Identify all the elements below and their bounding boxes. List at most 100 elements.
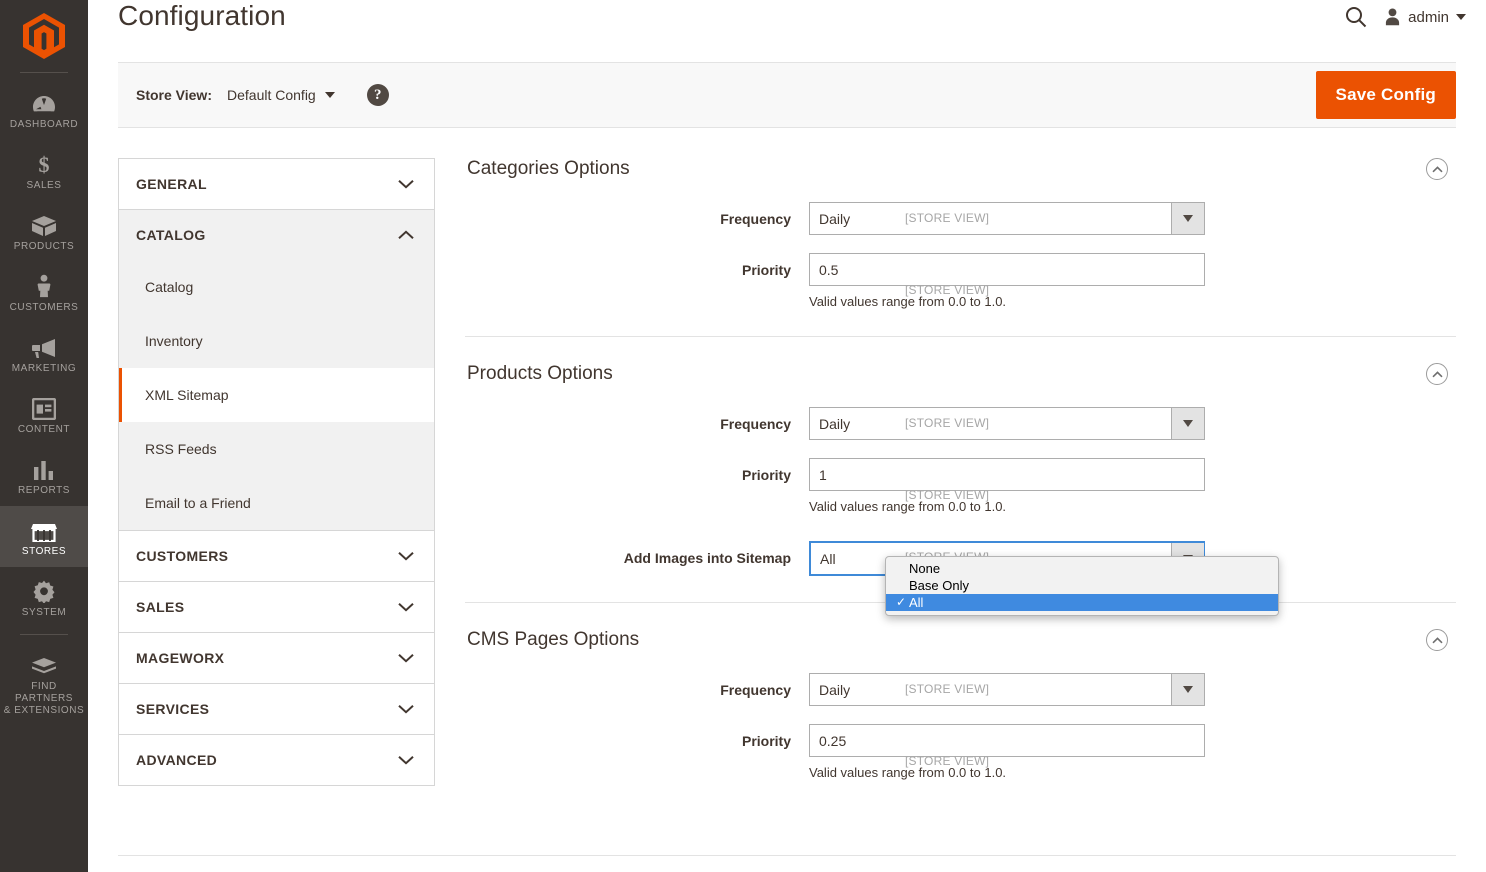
config-subitem-rss-feeds[interactable]: RSS Feeds: [119, 422, 434, 476]
select-arrow-button[interactable]: [1171, 203, 1204, 234]
store-view-label: Store View:: [136, 87, 212, 103]
field-row-categories-priority: Priority Valid values range from 0.0 to …: [465, 253, 1456, 310]
config-section-header-mageworx[interactable]: Mageworx: [119, 633, 434, 683]
nav-divider-top: [20, 72, 68, 73]
fieldset-header-products[interactable]: Products Options: [465, 363, 1456, 385]
nav-label: Find Partners & Extensions: [3, 681, 85, 716]
nav-item-customers[interactable]: Customers: [0, 262, 88, 323]
scope-tag: [STORE VIEW]: [905, 283, 990, 297]
cms-frequency-select[interactable]: Daily: [809, 673, 1205, 706]
config-section-header-sales[interactable]: Sales: [119, 582, 434, 632]
field-label-frequency: Frequency: [720, 682, 791, 698]
user-name: admin: [1408, 8, 1449, 26]
products-priority-input[interactable]: [809, 458, 1205, 491]
chevron-up-icon: [1431, 636, 1443, 643]
fieldset-header-categories[interactable]: Categories Options: [465, 158, 1456, 180]
dropdown-option-base-only[interactable]: Base Only: [886, 577, 1278, 594]
dropdown-option-label: Base Only: [909, 578, 969, 593]
categories-priority-input[interactable]: [809, 253, 1205, 286]
layout-icon: [32, 394, 56, 420]
save-config-button[interactable]: Save Config: [1315, 71, 1456, 119]
select-arrow-button[interactable]: [1171, 674, 1204, 705]
select-arrow-button[interactable]: [1171, 408, 1204, 439]
nav-item-dashboard[interactable]: Dashboard: [0, 79, 88, 140]
dashboard-icon: [32, 89, 56, 115]
section-divider: [465, 336, 1456, 337]
field-row-cms-priority: Priority Valid values range from 0.0 to …: [465, 724, 1456, 781]
collapse-toggle-products[interactable]: [1426, 363, 1448, 385]
field-control-frequency: Daily: [809, 202, 1205, 235]
question-mark-icon[interactable]: ?: [366, 84, 389, 106]
chevron-down-icon: [324, 92, 335, 98]
checkmark-icon: ✓: [896, 595, 907, 609]
config-section-header-advanced[interactable]: Advanced: [119, 735, 434, 785]
config-subitem-catalog[interactable]: Catalog: [119, 260, 434, 314]
add-images-into-sitemap-dropdown-list[interactable]: None Base Only ✓ All: [885, 556, 1279, 616]
field-control-priority: Valid values range from 0.0 to 1.0.: [809, 253, 1205, 310]
field-control-priority: Valid values range from 0.0 to 1.0.: [809, 724, 1205, 781]
dropdown-option-all[interactable]: ✓ All: [886, 594, 1278, 611]
scope-tag: [STORE VIEW]: [905, 682, 990, 696]
page-header: Configuration admin: [88, 0, 1486, 62]
nav-label: Sales: [26, 180, 62, 191]
config-section-header-catalog[interactable]: Catalog: [119, 210, 434, 260]
fieldset-body-products: Frequency Daily [STORE VIEW] Priority 1 …: [465, 385, 1456, 576]
scope-tag: [STORE VIEW]: [905, 488, 990, 502]
cms-priority-input[interactable]: [809, 724, 1205, 757]
nav-item-content[interactable]: Content: [0, 384, 88, 445]
config-section-header-general[interactable]: General: [119, 159, 434, 209]
fieldset-categories-options: Categories Options Frequency Daily [STOR…: [465, 158, 1456, 310]
field-control-frequency: Daily: [809, 673, 1205, 706]
config-subitem-email-to-a-friend[interactable]: Email to a Friend: [119, 476, 434, 530]
collapse-toggle-categories[interactable]: [1426, 158, 1448, 180]
admin-sidebar: Dashboard $ Sales Products Customers Mar…: [0, 0, 88, 872]
config-section-general: General: [119, 159, 434, 210]
chevron-down-icon: [398, 180, 414, 189]
page-bottom-divider: [118, 855, 1456, 856]
config-section-services: Services: [119, 684, 434, 735]
field-row-cms-frequency: Frequency Daily [STORE VIEW]: [465, 673, 1456, 706]
store-view-dropdown[interactable]: Default Config: [227, 87, 335, 103]
config-section-title: Services: [136, 701, 210, 717]
fieldset-products-options: Products Options Frequency Daily [STORE …: [465, 363, 1456, 576]
config-section-menu: General Catalog Catalog Inventory XML Si…: [118, 158, 435, 786]
field-control-priority: Valid values range from 0.0 to 1.0.: [809, 458, 1205, 515]
dropdown-option-label: All: [909, 595, 924, 610]
fieldset-body-categories: Frequency Daily [STORE VIEW] Priority 0.…: [465, 180, 1456, 310]
config-subitem-inventory[interactable]: Inventory: [119, 314, 434, 368]
fieldset-title: Categories Options: [467, 158, 630, 179]
dollar-icon: $: [36, 150, 52, 176]
nav-divider-bottom: [20, 634, 68, 635]
nav-item-find-partners[interactable]: Find Partners & Extensions: [0, 641, 88, 726]
person-icon: [36, 272, 52, 298]
collapse-toggle-cms[interactable]: [1426, 629, 1448, 651]
select-value: Daily: [819, 416, 851, 432]
field-row-products-frequency: Frequency Daily [STORE VIEW]: [465, 407, 1456, 440]
config-section-title: Sales: [136, 599, 185, 615]
products-frequency-select[interactable]: Daily: [809, 407, 1205, 440]
nav-item-marketing[interactable]: Marketing: [0, 323, 88, 384]
select-value: Daily: [819, 211, 851, 227]
scope-tag: [STORE VIEW]: [905, 416, 990, 430]
nav-label: Marketing: [11, 363, 77, 374]
config-section-header-services[interactable]: Services: [119, 684, 434, 734]
chevron-down-icon: [398, 552, 414, 561]
config-section-header-customers[interactable]: Customers: [119, 531, 434, 581]
nav-item-reports[interactable]: Reports: [0, 445, 88, 506]
dropdown-option-none[interactable]: None: [886, 560, 1278, 577]
config-subitem-xml-sitemap[interactable]: XML Sitemap: [119, 368, 434, 422]
config-subitems-catalog: Catalog Inventory XML Sitemap RSS Feeds …: [119, 260, 434, 530]
nav-item-stores[interactable]: Stores: [0, 506, 88, 567]
nav-item-products[interactable]: Products: [0, 201, 88, 262]
chevron-down-icon: [398, 756, 414, 765]
select-value: Daily: [819, 682, 851, 698]
nav-label: System: [21, 607, 67, 618]
search-icon[interactable]: [1344, 5, 1368, 29]
magento-logo[interactable]: [0, 0, 88, 72]
nav-item-system[interactable]: System: [0, 567, 88, 628]
nav-item-sales[interactable]: $ Sales: [0, 140, 88, 201]
categories-frequency-select[interactable]: Daily: [809, 202, 1205, 235]
user-menu[interactable]: admin: [1384, 8, 1466, 26]
fieldset-header-cms[interactable]: CMS Pages Options: [465, 629, 1456, 651]
page-container: Configuration admin Store View: Default …: [88, 0, 1486, 872]
